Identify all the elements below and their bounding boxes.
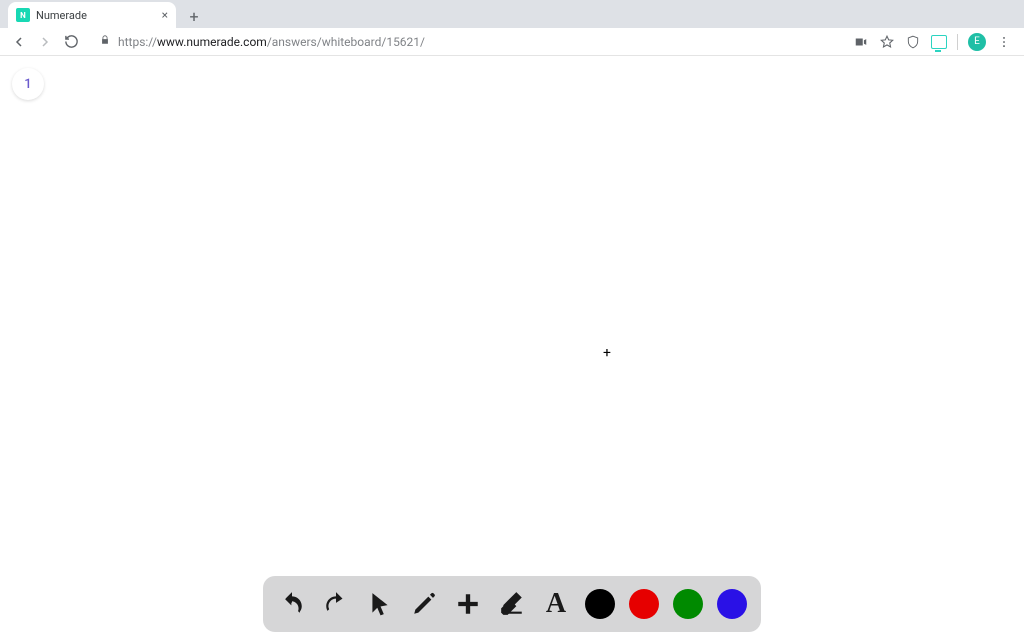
tab-strip: N Numerade × + [0, 0, 1024, 28]
browser-chrome: N Numerade × + https://www.numerade.com/… [0, 0, 1024, 56]
forward-button[interactable] [34, 31, 56, 53]
undo-button[interactable] [277, 589, 307, 619]
whiteboard-canvas[interactable]: 1 + A [0, 56, 1024, 640]
eraser-tool[interactable] [497, 589, 527, 619]
tab-title: Numerade [36, 9, 156, 22]
color-red[interactable] [629, 589, 659, 619]
color-green[interactable] [673, 589, 703, 619]
menu-icon[interactable] [996, 34, 1012, 50]
redo-button[interactable] [321, 589, 351, 619]
divider [957, 34, 958, 50]
tab-close-icon[interactable]: × [162, 8, 168, 22]
lock-icon [100, 35, 110, 48]
pointer-tool[interactable] [365, 589, 395, 619]
back-button[interactable] [8, 31, 30, 53]
crosshair-cursor: + [603, 345, 611, 361]
favicon: N [16, 8, 30, 22]
profile-avatar[interactable]: E [968, 33, 986, 51]
text-tool[interactable]: A [541, 589, 571, 619]
address-bar[interactable]: https://www.numerade.com/answers/whitebo… [90, 31, 845, 53]
pencil-tool[interactable] [409, 589, 439, 619]
toolbar-right-icons: E [853, 33, 1016, 51]
url-text: https://www.numerade.com/answers/whitebo… [118, 35, 425, 49]
add-tool[interactable] [453, 589, 483, 619]
shield-icon[interactable] [905, 34, 921, 50]
star-icon[interactable] [879, 34, 895, 50]
screen-icon[interactable] [931, 34, 947, 50]
browser-tab-active[interactable]: N Numerade × [8, 2, 176, 28]
color-black[interactable] [585, 589, 615, 619]
reload-button[interactable] [60, 31, 82, 53]
camera-icon[interactable] [853, 34, 869, 50]
slide-number-badge[interactable]: 1 [12, 68, 44, 100]
new-tab-button[interactable]: + [182, 4, 206, 28]
color-blue[interactable] [717, 589, 747, 619]
whiteboard-toolbar: A [263, 576, 761, 632]
address-row: https://www.numerade.com/answers/whitebo… [0, 28, 1024, 56]
